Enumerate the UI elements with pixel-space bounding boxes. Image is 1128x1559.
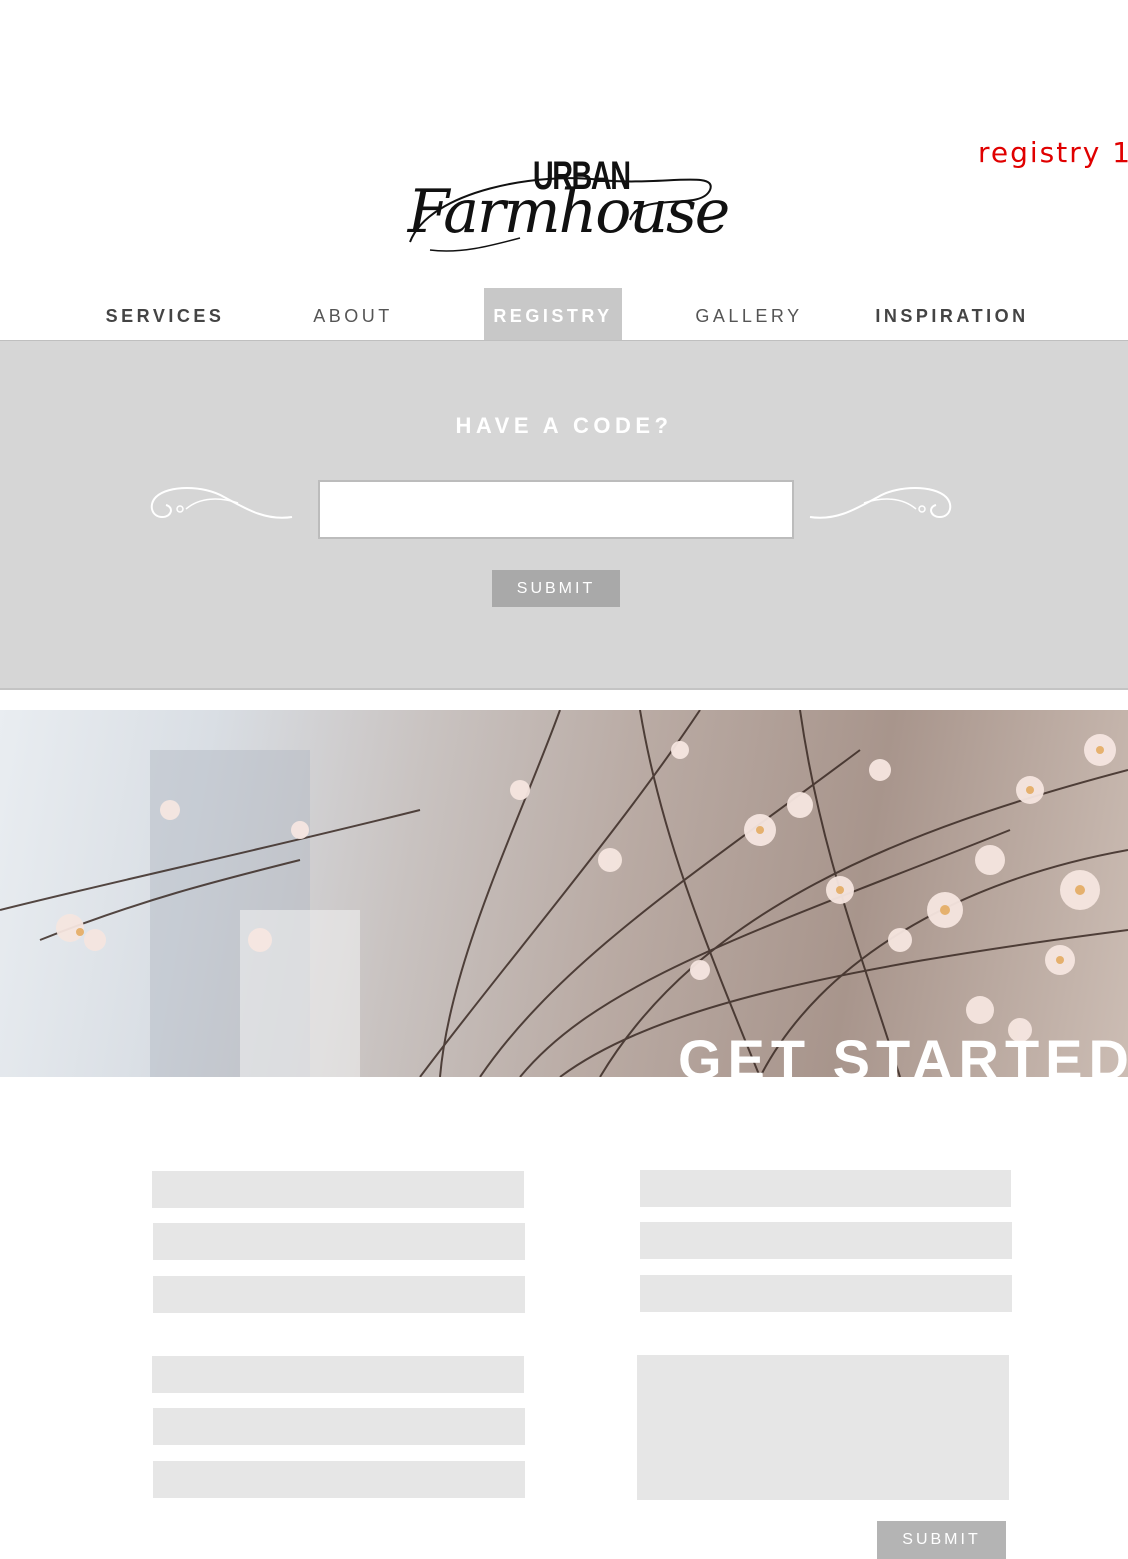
urban-farmhouse-logo[interactable]: URBAN Farmhouse — [400, 150, 736, 262]
form-field-left-1[interactable] — [152, 1171, 524, 1208]
nav-registry[interactable]: REGISTRY — [484, 288, 622, 340]
nav-about[interactable]: ABOUT — [298, 288, 408, 340]
right-flourish-icon — [809, 487, 952, 519]
registry-code-input[interactable] — [318, 480, 794, 539]
code-panel-title: HAVE A CODE? — [455, 413, 673, 438]
code-submit-button[interactable]: SUBMIT — [492, 570, 620, 607]
nav-gallery[interactable]: GALLERY — [686, 288, 812, 340]
registry-annotation: registry 1 — [978, 136, 1128, 169]
registry-code-panel: HAVE A CODE? SUBMIT — [0, 340, 1128, 690]
form-field-left-6[interactable] — [153, 1461, 525, 1498]
form-field-left-4[interactable] — [152, 1356, 524, 1393]
form-field-right-1[interactable] — [640, 1170, 1011, 1207]
form-message-textarea[interactable] — [637, 1355, 1009, 1500]
hero-banner: GET STARTED — [0, 710, 1128, 1077]
form-field-left-5[interactable] — [153, 1408, 525, 1445]
hero-title: GET STARTED — [678, 1028, 1128, 1078]
main-nav: SERVICES ABOUT REGISTRY GALLERY INSPIRAT… — [0, 288, 1128, 340]
left-flourish-icon — [150, 487, 293, 519]
nav-inspiration[interactable]: INSPIRATION — [866, 288, 1038, 340]
form-field-left-3[interactable] — [153, 1276, 525, 1313]
form-field-right-2[interactable] — [640, 1222, 1012, 1259]
form-field-right-3[interactable] — [640, 1275, 1012, 1312]
nav-services[interactable]: SERVICES — [96, 288, 234, 340]
logo-farmhouse-text: Farmhouse — [407, 177, 731, 247]
form-submit-button[interactable]: SUBMIT — [877, 1521, 1006, 1559]
form-field-left-2[interactable] — [153, 1223, 525, 1260]
blossom-photo — [0, 710, 1128, 1077]
